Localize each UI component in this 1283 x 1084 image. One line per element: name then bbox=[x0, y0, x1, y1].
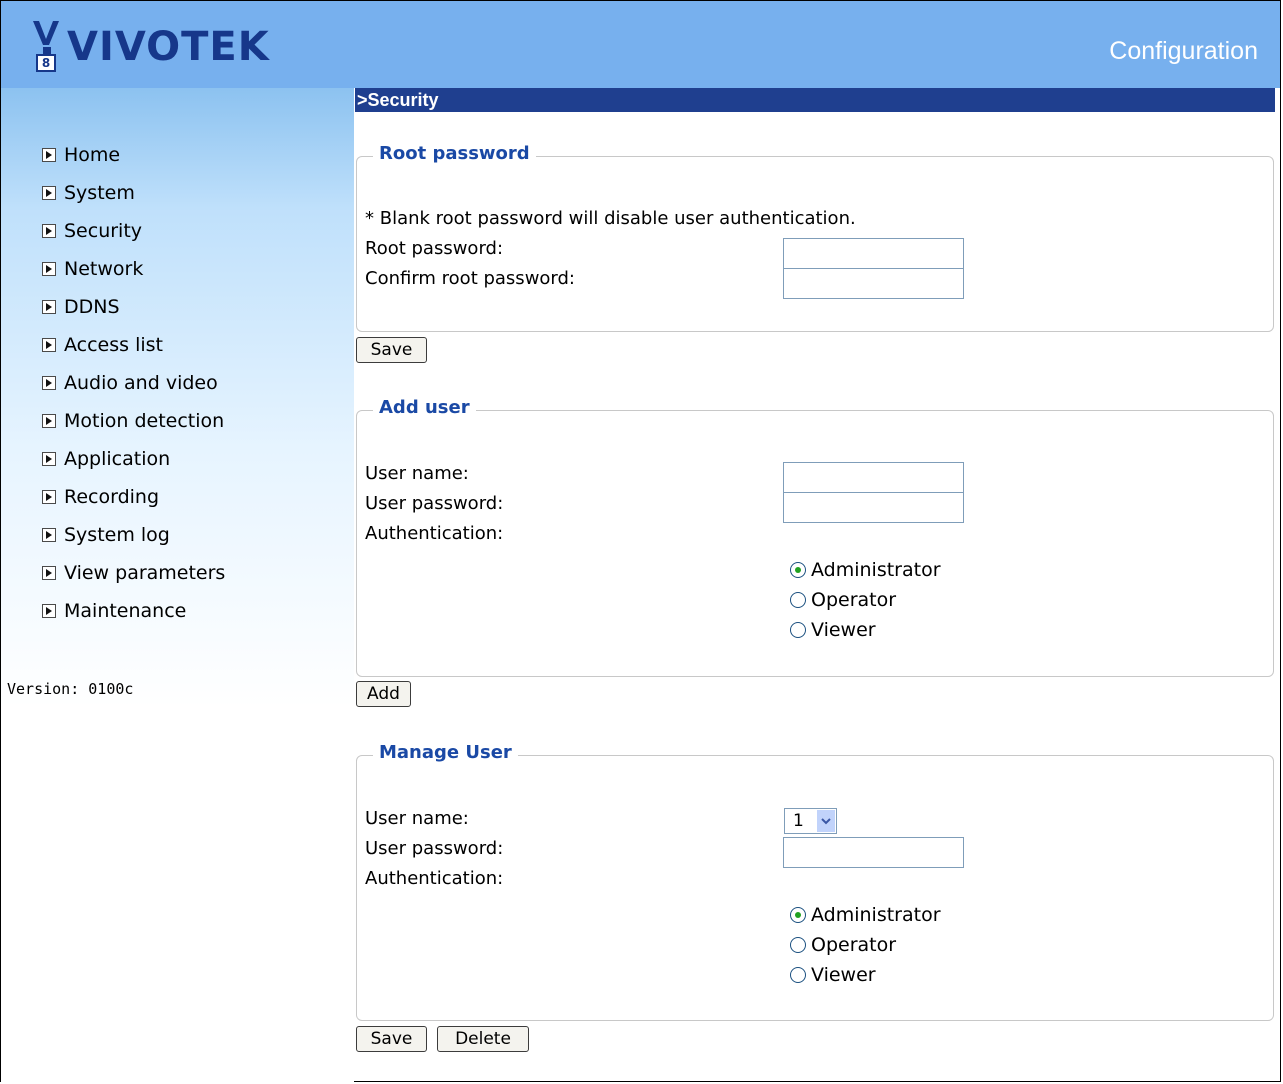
radio-checked-icon[interactable] bbox=[790, 907, 806, 923]
radio-unchecked-icon[interactable] bbox=[790, 967, 806, 983]
sidebar-item-system[interactable]: System bbox=[42, 182, 225, 220]
sidebar-item-access-list[interactable]: Access list bbox=[42, 334, 225, 372]
root-password-label: Root password: bbox=[365, 238, 504, 259]
sidebar-item-label: Application bbox=[64, 448, 171, 470]
add-auth-operator-option[interactable]: Operator bbox=[790, 589, 896, 611]
manage-user-authentication-label: Authentication: bbox=[365, 868, 504, 889]
sidebar-item-label: Motion detection bbox=[64, 410, 225, 432]
manage-user-password-input[interactable] bbox=[783, 837, 964, 868]
sidebar-item-label: Audio and video bbox=[64, 372, 218, 394]
add-user-authentication-label: Authentication: bbox=[365, 523, 504, 544]
blank-password-note: * Blank root password will disable user … bbox=[365, 208, 856, 229]
arrow-right-icon bbox=[42, 490, 56, 504]
option-label: Administrator bbox=[811, 904, 941, 926]
add-auth-administrator-option[interactable]: Administrator bbox=[790, 559, 941, 581]
brand-logo: 8 VIVOTEK bbox=[31, 19, 270, 75]
arrow-right-icon bbox=[42, 224, 56, 238]
sidebar-item-label: Maintenance bbox=[64, 600, 187, 622]
add-auth-viewer-option[interactable]: Viewer bbox=[790, 619, 876, 641]
sidebar-item-view-parameters[interactable]: View parameters bbox=[42, 562, 225, 600]
option-label: Viewer bbox=[811, 964, 876, 986]
sidebar-item-label: DDNS bbox=[64, 296, 120, 318]
sidebar-item-label: Network bbox=[64, 258, 144, 280]
sidebar-item-label: Access list bbox=[64, 334, 163, 356]
option-label: Administrator bbox=[811, 559, 941, 581]
version-label: Version: 0100c bbox=[7, 680, 134, 698]
arrow-right-icon bbox=[42, 452, 56, 466]
manage-auth-administrator-option[interactable]: Administrator bbox=[790, 904, 941, 926]
vivotek-logo-icon: 8 bbox=[33, 21, 59, 72]
arrow-right-icon bbox=[42, 604, 56, 618]
sidebar-item-label: View parameters bbox=[64, 562, 226, 584]
sidebar-item-motion-detection[interactable]: Motion detection bbox=[42, 410, 225, 448]
arrow-right-icon bbox=[42, 262, 56, 276]
sidebar-item-label: Recording bbox=[64, 486, 160, 508]
manage-auth-viewer-option[interactable]: Viewer bbox=[790, 964, 876, 986]
manage-user-name-label: User name: bbox=[365, 808, 469, 829]
arrow-right-icon bbox=[42, 528, 56, 542]
manage-save-button[interactable]: Save bbox=[356, 1026, 427, 1052]
manage-user-select[interactable]: 1 bbox=[784, 808, 837, 834]
manage-user-legend: Manage User bbox=[373, 742, 518, 763]
arrow-right-icon bbox=[42, 376, 56, 390]
sidebar-nav: Home System Security Network DDNS Access… bbox=[42, 144, 225, 638]
header: 8 VIVOTEK Configuration bbox=[1, 1, 1280, 88]
add-user-legend: Add user bbox=[373, 397, 476, 418]
option-label: Operator bbox=[811, 934, 897, 956]
option-label: Operator bbox=[811, 589, 897, 611]
root-password-legend: Root password bbox=[373, 143, 536, 164]
sidebar-item-label: Security bbox=[64, 220, 143, 242]
sidebar-item-audio-video[interactable]: Audio and video bbox=[42, 372, 225, 410]
arrow-right-icon bbox=[42, 338, 56, 352]
confirm-root-password-label: Confirm root password: bbox=[365, 268, 575, 289]
delete-user-button[interactable]: Delete bbox=[437, 1026, 529, 1052]
option-label: Viewer bbox=[811, 619, 876, 641]
sidebar: Home System Security Network DDNS Access… bbox=[1, 88, 354, 1083]
manage-user-password-label: User password: bbox=[365, 838, 504, 859]
arrow-right-icon bbox=[42, 414, 56, 428]
sidebar-item-label: System bbox=[64, 182, 135, 204]
chevron-down-icon[interactable] bbox=[817, 810, 835, 832]
radio-unchecked-icon[interactable] bbox=[790, 592, 806, 608]
radio-checked-icon[interactable] bbox=[790, 562, 806, 578]
sidebar-item-label: System log bbox=[64, 524, 170, 546]
manage-auth-operator-option[interactable]: Operator bbox=[790, 934, 896, 956]
page-header-title: Configuration bbox=[1109, 37, 1258, 65]
sidebar-item-ddns[interactable]: DDNS bbox=[42, 296, 225, 334]
arrow-right-icon bbox=[42, 566, 56, 580]
add-user-button[interactable]: Add bbox=[356, 681, 411, 707]
confirm-root-password-input[interactable] bbox=[783, 268, 964, 299]
sidebar-item-security[interactable]: Security bbox=[42, 220, 225, 258]
sidebar-item-maintenance[interactable]: Maintenance bbox=[42, 600, 225, 638]
sidebar-item-system-log[interactable]: System log bbox=[42, 524, 225, 562]
add-user-password-input[interactable] bbox=[783, 492, 964, 523]
sidebar-item-recording[interactable]: Recording bbox=[42, 486, 225, 524]
arrow-right-icon bbox=[42, 148, 56, 162]
sidebar-item-network[interactable]: Network bbox=[42, 258, 225, 296]
radio-unchecked-icon[interactable] bbox=[790, 937, 806, 953]
root-password-input[interactable] bbox=[783, 238, 964, 269]
sidebar-item-home[interactable]: Home bbox=[42, 144, 225, 182]
sidebar-item-label: Home bbox=[64, 144, 121, 166]
root-save-button[interactable]: Save bbox=[356, 337, 427, 363]
add-user-name-input[interactable] bbox=[783, 462, 964, 493]
radio-unchecked-icon[interactable] bbox=[790, 622, 806, 638]
arrow-right-icon bbox=[42, 300, 56, 314]
svg-text:8: 8 bbox=[42, 56, 50, 70]
section-title-bar: >Security bbox=[355, 88, 1275, 112]
sidebar-item-application[interactable]: Application bbox=[42, 448, 225, 486]
selected-user-value: 1 bbox=[793, 811, 804, 831]
arrow-right-icon bbox=[42, 186, 56, 200]
add-user-password-label: User password: bbox=[365, 493, 504, 514]
add-user-name-label: User name: bbox=[365, 463, 469, 484]
brand-name: VIVOTEK bbox=[67, 24, 270, 70]
